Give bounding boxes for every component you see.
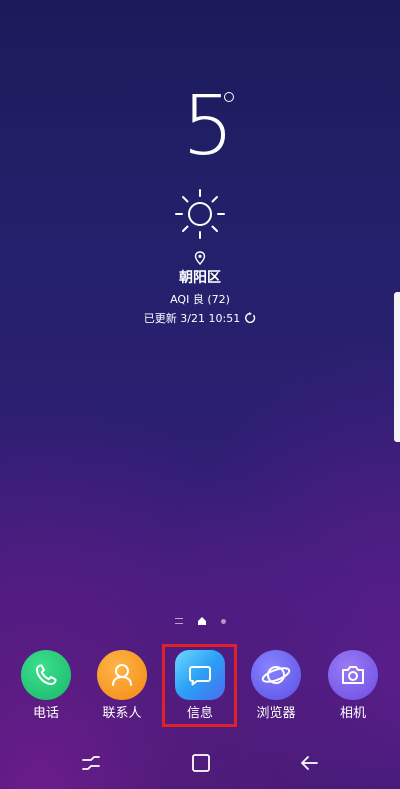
app-label: 相机 <box>339 706 366 721</box>
app-label: 浏览器 <box>256 706 296 721</box>
navigation-bar <box>0 748 400 778</box>
temperature-display: 5 <box>0 82 400 180</box>
highlight-box <box>162 644 237 727</box>
weather-widget[interactable]: 5 朝阳区 AQI 良 (72) 已更新 3/21 10:51 <box>0 82 400 325</box>
recent-apps-icon[interactable] <box>80 752 102 774</box>
page-indicators[interactable] <box>0 615 400 627</box>
degree-symbol <box>224 92 234 102</box>
refresh-icon[interactable] <box>244 312 256 324</box>
back-arrow-icon[interactable] <box>298 752 320 774</box>
last-updated: 已更新 3/21 10:51 <box>0 311 400 327</box>
contact-person-icon[interactable] <box>97 650 147 700</box>
sun-icon <box>175 189 225 239</box>
app-browser[interactable]: 浏览器 <box>241 650 311 722</box>
home-button-icon[interactable] <box>190 752 212 774</box>
air-quality-index: AQI 良 (72) <box>170 293 230 306</box>
app-label: 电话 <box>32 706 59 721</box>
camera-icon[interactable] <box>328 650 378 700</box>
app-contacts[interactable]: 联系人 <box>87 650 157 722</box>
app-phone[interactable]: 电话 <box>11 650 81 722</box>
page-indicator-menu-icon[interactable] <box>174 618 183 624</box>
location-name: 朝阳区 <box>179 270 221 286</box>
app-label: 联系人 <box>102 706 142 721</box>
phone-icon[interactable] <box>21 650 71 700</box>
last-updated-text: 已更新 3/21 10:51 <box>143 312 241 325</box>
location-pin-icon <box>194 251 206 265</box>
app-camera[interactable]: 相机 <box>318 650 388 722</box>
page-indicator-home-icon[interactable] <box>197 616 207 626</box>
page-indicator-dot[interactable] <box>220 618 226 624</box>
planet-icon[interactable] <box>251 650 301 700</box>
